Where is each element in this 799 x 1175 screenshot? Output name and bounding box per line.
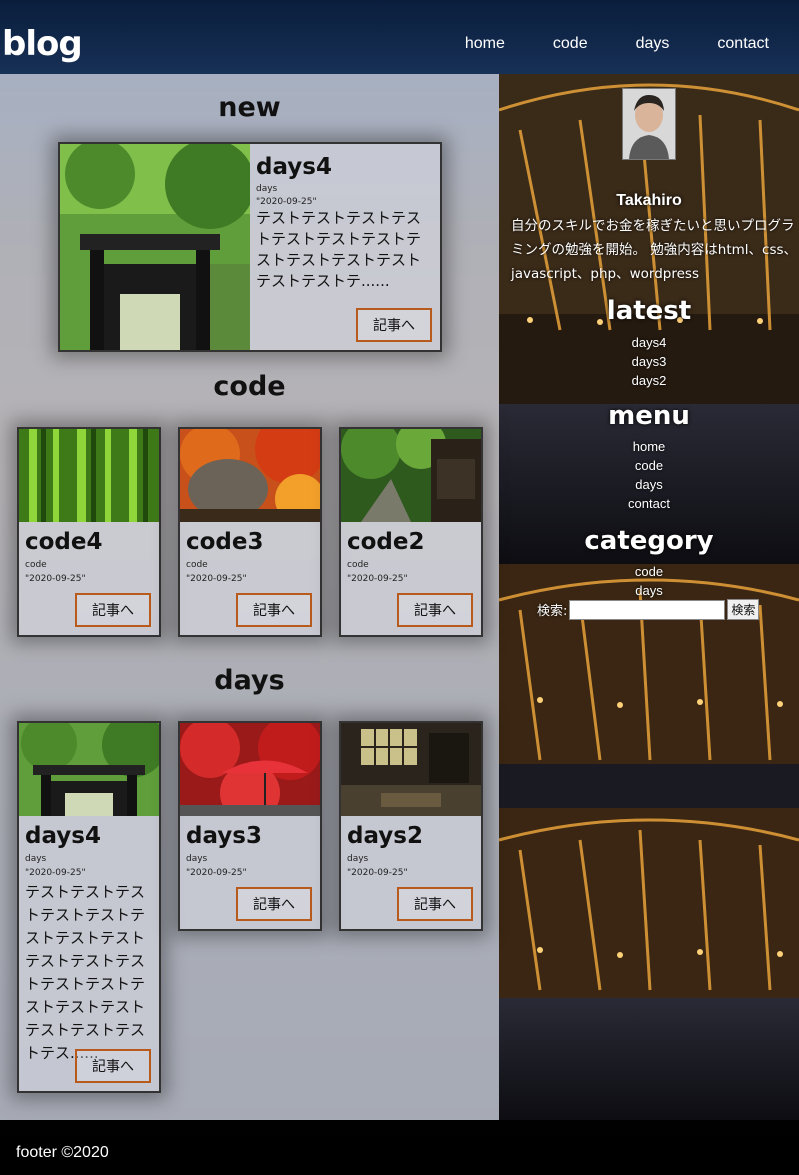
post-card[interactable]: days2 days "2020-09-25" 記事へ <box>339 721 483 931</box>
post-title[interactable]: code2 <box>347 529 425 555</box>
nav-days-link[interactable]: days <box>636 35 670 53</box>
category-link-days[interactable]: days <box>499 581 799 600</box>
footer-text: footer ©2020 <box>16 1144 109 1161</box>
latest-heading: latest <box>606 296 692 326</box>
search-label: 検索: <box>537 604 568 619</box>
read-more-button[interactable]: 記事へ <box>356 308 432 342</box>
profile-avatar <box>622 88 676 160</box>
post-thumbnail[interactable] <box>19 723 159 816</box>
post-thumbnail[interactable] <box>60 144 250 350</box>
section-title-code: code <box>213 371 286 402</box>
search-input[interactable] <box>569 599 726 620</box>
latest-link[interactable]: days4 <box>499 333 799 352</box>
read-more-button[interactable]: 記事へ <box>236 887 312 921</box>
top-nav: home code days contact <box>465 35 769 53</box>
latest-list: days4 days3 days2 <box>499 333 799 390</box>
post-card[interactable]: code4 code "2020-09-25" 記事へ <box>17 427 161 637</box>
sidebar-menu-home[interactable]: home <box>499 437 799 456</box>
read-more-button[interactable]: 記事へ <box>75 1049 151 1083</box>
post-title[interactable]: days4 <box>25 823 101 849</box>
post-thumbnail[interactable] <box>180 429 320 522</box>
post-thumbnail[interactable] <box>341 723 481 816</box>
post-category: days <box>256 184 278 194</box>
post-category: days <box>186 854 208 864</box>
post-card[interactable]: code2 code "2020-09-25" 記事へ <box>339 427 483 637</box>
post-title[interactable]: days2 <box>347 823 423 849</box>
post-title[interactable]: code3 <box>186 529 264 555</box>
nav-code-link[interactable]: code <box>553 35 588 53</box>
post-category: code <box>25 560 47 570</box>
post-category: days <box>25 854 47 864</box>
post-category: code <box>186 560 208 570</box>
nav-contact-link[interactable]: contact <box>717 35 769 53</box>
post-card[interactable]: days3 days "2020-09-25" 記事へ <box>178 721 322 931</box>
post-excerpt: テストテストテストテストテストテストテストテストテストテストテストテストテストテ… <box>25 883 146 1062</box>
section-title-days: days <box>214 665 285 696</box>
read-more-button[interactable]: 記事へ <box>75 593 151 627</box>
post-date: "2020-09-25" <box>186 574 247 584</box>
latest-link[interactable]: days3 <box>499 352 799 371</box>
read-more-button[interactable]: 記事へ <box>397 887 473 921</box>
post-card[interactable]: days4 days "2020-09-25" テストテストテストテストテストテ… <box>17 721 161 1093</box>
footer: footer ©2020 <box>0 1120 799 1175</box>
category-heading: category <box>584 526 714 556</box>
post-date: "2020-09-25" <box>186 868 247 878</box>
read-more-button[interactable]: 記事へ <box>397 593 473 627</box>
latest-link[interactable]: days2 <box>499 371 799 390</box>
read-more-button[interactable]: 記事へ <box>236 593 312 627</box>
post-date: "2020-09-25" <box>25 574 86 584</box>
site-logo[interactable]: blog <box>2 24 83 64</box>
profile-name: Takahiro <box>616 192 682 209</box>
nav-home-link[interactable]: home <box>465 35 505 53</box>
post-date: "2020-09-25" <box>347 868 408 878</box>
main-content: new days4 days "2020-09-25" テストテストテストテスト… <box>0 74 499 1120</box>
sidebar-menu-code[interactable]: code <box>499 456 799 475</box>
search-button[interactable]: 検索 <box>727 599 760 620</box>
menu-heading: menu <box>608 401 690 431</box>
sidebar-menu-list: home code days contact <box>499 437 799 513</box>
post-title[interactable]: days4 <box>256 154 332 180</box>
post-title[interactable]: code4 <box>25 529 103 555</box>
featured-post-card[interactable]: days4 days "2020-09-25" テストテストテストテストテストテ… <box>58 142 442 352</box>
post-date: "2020-09-25" <box>25 868 86 878</box>
post-excerpt: テストテストテストテストテストテストテストテストテストテストテストテストテストテ… <box>256 209 422 290</box>
search-form: 検索: 検索 <box>537 599 760 620</box>
post-date: "2020-09-25" <box>347 574 408 584</box>
category-link-code[interactable]: code <box>499 562 799 581</box>
sidebar-menu-contact[interactable]: contact <box>499 494 799 513</box>
category-list: code days <box>499 562 799 600</box>
post-category: code <box>347 560 369 570</box>
sidebar-menu-days[interactable]: days <box>499 475 799 494</box>
post-thumbnail[interactable] <box>19 429 159 522</box>
post-card[interactable]: code3 code "2020-09-25" 記事へ <box>178 427 322 637</box>
profile-bio: 自分のスキルでお金を稼ぎたいと思いプログラミングの勉強を開始。 勉強内容はhtm… <box>511 218 798 282</box>
section-title-new: new <box>218 92 281 123</box>
post-thumbnail[interactable] <box>180 723 320 816</box>
post-date: "2020-09-25" <box>256 197 317 207</box>
post-thumbnail[interactable] <box>341 429 481 522</box>
post-category: days <box>347 854 369 864</box>
post-title[interactable]: days3 <box>186 823 262 849</box>
